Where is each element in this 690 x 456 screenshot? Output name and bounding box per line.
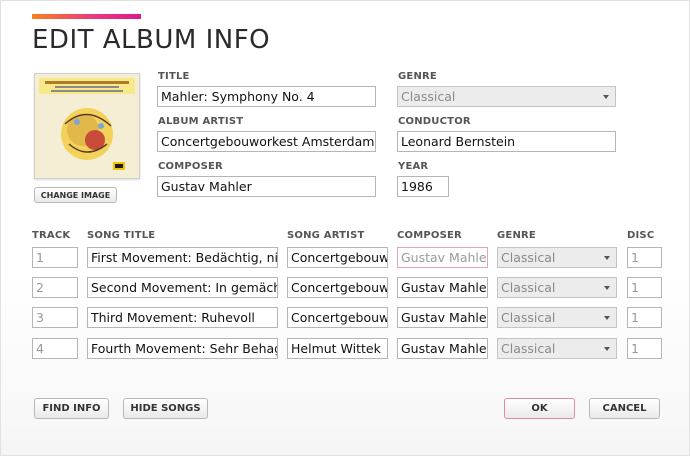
song-artist-field[interactable]: Concertgebouw bbox=[287, 277, 388, 298]
composer-label: COMPOSER bbox=[158, 161, 223, 172]
track-number-field[interactable]: 4 bbox=[32, 338, 78, 359]
header-composer: COMPOSER bbox=[397, 230, 462, 241]
change-image-button[interactable]: CHANGE IMAGE bbox=[34, 187, 117, 203]
song-title-field[interactable]: First Movement: Bedächtig, nic bbox=[87, 247, 278, 268]
song-title-field[interactable]: Fourth Movement: Sehr Behag bbox=[87, 338, 278, 359]
chevron-down-icon bbox=[604, 347, 610, 351]
song-artist-field[interactable]: Concertgebouw bbox=[287, 247, 388, 268]
conductor-field[interactable]: Leonard Bernstein bbox=[397, 131, 616, 152]
track-number-field[interactable]: 2 bbox=[32, 277, 78, 298]
header-genre: GENRE bbox=[497, 230, 536, 241]
cancel-button[interactable]: CANCEL bbox=[589, 398, 660, 419]
album-artist-field[interactable]: Concertgebouworkest Amsterdam bbox=[157, 131, 376, 152]
track-number-field[interactable]: 1 bbox=[32, 247, 78, 268]
song-genre-value: Classical bbox=[501, 250, 556, 265]
title-label: TITLE bbox=[158, 71, 190, 82]
header-song-title: SONG TITLE bbox=[87, 230, 156, 241]
accent-bar bbox=[32, 14, 141, 19]
chevron-down-icon bbox=[604, 286, 610, 290]
edit-album-info-dialog: EDIT ALBUM INFO CHANGE IMAGE TITLE Mahle… bbox=[0, 0, 690, 456]
album-genre-value: Classical bbox=[401, 89, 456, 104]
conductor-label: CONDUCTOR bbox=[398, 116, 471, 127]
song-genre-select[interactable]: Classical bbox=[497, 247, 617, 268]
song-title-field[interactable]: Third Movement: Ruhevoll bbox=[87, 307, 278, 328]
chevron-down-icon bbox=[604, 316, 610, 320]
song-genre-select[interactable]: Classical bbox=[497, 277, 617, 298]
header-disc: DISC bbox=[627, 230, 655, 241]
song-artist-field[interactable]: Helmut Wittek bbox=[287, 338, 388, 359]
song-genre-select[interactable]: Classical bbox=[497, 307, 617, 328]
disc-field[interactable]: 1 bbox=[627, 247, 662, 268]
album-artist-label: ALBUM ARTIST bbox=[158, 116, 244, 127]
song-genre-select[interactable]: Classical bbox=[497, 338, 617, 359]
album-cover-image bbox=[34, 73, 140, 179]
ok-button[interactable]: OK bbox=[504, 398, 575, 419]
song-composer-field[interactable]: Gustav Mahle bbox=[397, 307, 488, 328]
disc-field[interactable]: 1 bbox=[627, 338, 662, 359]
song-artist-field[interactable]: Concertgebouw bbox=[287, 307, 388, 328]
find-info-button[interactable]: FIND INFO bbox=[34, 398, 109, 419]
song-composer-field[interactable]: Gustav Mahle bbox=[397, 247, 488, 268]
year-field[interactable]: 1986 bbox=[397, 176, 449, 197]
song-genre-value: Classical bbox=[501, 341, 556, 356]
dialog-title: EDIT ALBUM INFO bbox=[32, 25, 271, 55]
song-composer-field[interactable]: Gustav Mahle bbox=[397, 277, 488, 298]
header-song-artist: SONG ARTIST bbox=[287, 230, 365, 241]
chevron-down-icon bbox=[604, 256, 610, 260]
title-field[interactable]: Mahler: Symphony No. 4 bbox=[157, 86, 376, 107]
song-composer-field[interactable]: Gustav Mahle bbox=[397, 338, 488, 359]
song-genre-value: Classical bbox=[501, 310, 556, 325]
composer-field[interactable]: Gustav Mahler bbox=[157, 176, 376, 197]
disc-field[interactable]: 1 bbox=[627, 277, 662, 298]
album-genre-select[interactable]: Classical bbox=[397, 86, 616, 107]
year-label: YEAR bbox=[398, 161, 429, 172]
chevron-down-icon bbox=[603, 95, 609, 99]
song-title-field[interactable]: Second Movement: In gemäch bbox=[87, 277, 278, 298]
hide-songs-button[interactable]: HIDE SONGS bbox=[123, 398, 208, 419]
disc-field[interactable]: 1 bbox=[627, 307, 662, 328]
track-number-field[interactable]: 3 bbox=[32, 307, 78, 328]
song-genre-value: Classical bbox=[501, 280, 556, 295]
header-track: TRACK bbox=[32, 230, 71, 241]
genre-label: GENRE bbox=[398, 71, 437, 82]
